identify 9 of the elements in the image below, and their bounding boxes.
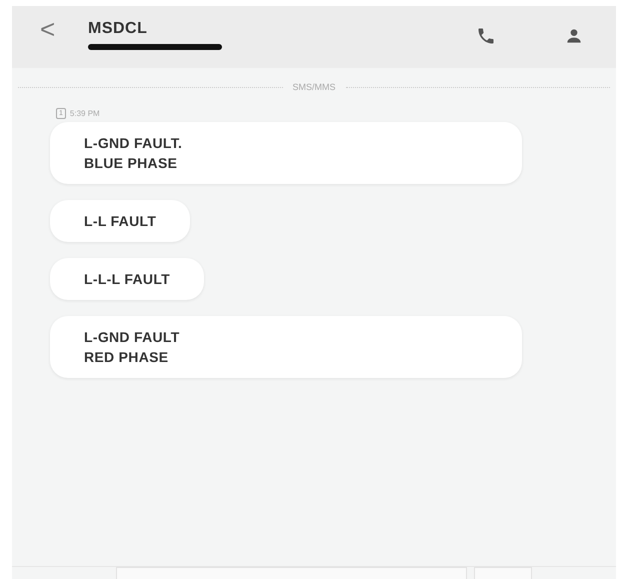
message-bubble: L-L-L FAULT <box>50 258 204 300</box>
message-bubble: L-L FAULT <box>50 200 190 242</box>
message-bubble: L-GND FAULT RED PHASE <box>50 316 522 378</box>
message-bubble: L-GND FAULT. BLUE PHASE <box>50 122 522 184</box>
contact-name: MSDCL <box>88 20 148 38</box>
message-input-field[interactable] <box>116 567 467 579</box>
back-button[interactable]: < <box>40 14 88 45</box>
channel-label: SMS/MMS <box>292 82 336 92</box>
message-time: 5:39 PM <box>70 109 100 118</box>
